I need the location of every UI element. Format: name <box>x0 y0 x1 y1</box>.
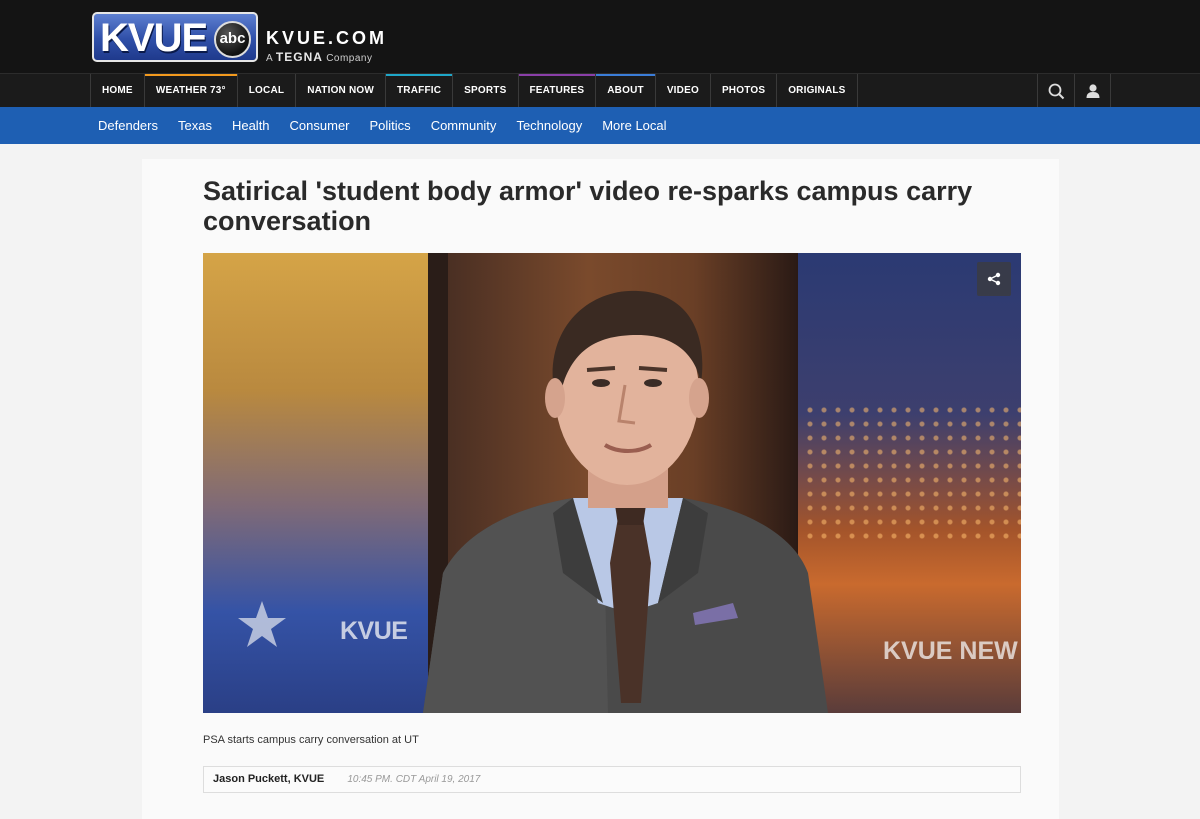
site-name[interactable]: KVUE.COM <box>266 28 387 49</box>
nav-item-weather-73[interactable]: WEATHER 73° <box>143 74 237 108</box>
share-button[interactable] <box>977 262 1011 296</box>
nav-accent-bar <box>596 74 655 76</box>
subnav-item-politics[interactable]: Politics <box>360 107 421 144</box>
subnav-item-defenders[interactable]: Defenders <box>88 107 168 144</box>
nav-item-label: PHOTOS <box>721 85 766 96</box>
nav-icons <box>1037 74 1111 108</box>
nav-item-photos[interactable]: PHOTOS <box>709 74 776 108</box>
author-name[interactable]: Jason Puckett, KVUE <box>213 773 324 785</box>
abc-logo-icon: abc <box>214 21 251 58</box>
texas-star-icon <box>238 601 286 647</box>
publish-timestamp: 10:45 PM. CDT April 19, 2017 <box>347 774 481 785</box>
kvue-watermark-left: KVUE <box>340 617 408 645</box>
nav-item-label: SPORTS <box>464 85 507 96</box>
subnav-item-consumer[interactable]: Consumer <box>280 107 360 144</box>
main-nav-list: HOME WEATHER 73° LOCAL NATION NOW TRAFFIC SPO… <box>90 74 858 108</box>
nav-item-sports[interactable]: SPORTS <box>452 74 517 108</box>
main-nav: HOME WEATHER 73° LOCAL NATION NOW TRAFFIC SPO… <box>0 73 1200 108</box>
video-player[interactable]: KVUE KVUE NEW <box>203 253 1021 713</box>
nav-item-label: ORIGINALS <box>788 85 846 96</box>
nav-item-label: VIDEO <box>666 85 699 96</box>
byline: Jason Puckett, KVUE 10:45 PM. CDT April … <box>203 766 1021 793</box>
logo-text: KVUE <box>100 16 208 60</box>
nav-accent-bar <box>386 74 453 76</box>
nav-accent-bar <box>144 74 237 76</box>
nav-item-label: TRAFFIC <box>397 85 442 96</box>
tagline-brand: TEGNA <box>275 50 323 64</box>
subnav-item-more-local[interactable]: More Local <box>592 107 676 144</box>
site-header: KVUE abc KVUE.COM A TEGNA Company <box>0 0 1200 73</box>
subnav-item-health[interactable]: Health <box>222 107 280 144</box>
nav-item-label: LOCAL <box>248 85 285 96</box>
nav-item-video[interactable]: VIDEO <box>654 74 710 108</box>
nav-item-about[interactable]: ABOUT <box>595 74 655 108</box>
tagline-suffix: Company <box>326 53 373 64</box>
nav-item-traffic[interactable]: TRAFFIC <box>385 74 453 108</box>
subnav-item-community[interactable]: Community <box>421 107 507 144</box>
tegna-tagline: A TEGNA Company <box>266 50 373 64</box>
nav-item-label: FEATURES <box>529 85 585 96</box>
kvue-logo[interactable]: KVUE abc <box>92 12 258 62</box>
nav-item-local[interactable]: LOCAL <box>236 74 295 108</box>
sub-nav: Defenders Texas Health Consumer Politics Comm… <box>0 107 1200 144</box>
sub-nav-list: Defenders Texas Health Consumer Politics Comm… <box>88 107 677 144</box>
nav-item-label: NATION NOW <box>307 85 374 96</box>
subnav-item-technology[interactable]: Technology <box>506 107 592 144</box>
nav-item-nation-now[interactable]: NATION NOW <box>295 74 385 108</box>
nav-item-label: ABOUT <box>607 85 644 96</box>
search-icon[interactable] <box>1037 74 1074 108</box>
nav-item-label: HOME <box>102 85 133 96</box>
article-headline: Satirical 'student body armor' video re-… <box>203 176 973 236</box>
video-caption: PSA starts campus carry conversation at … <box>203 734 419 746</box>
nav-item-features[interactable]: FEATURES <box>517 74 596 108</box>
news-anchor-image <box>423 290 828 713</box>
tagline-prefix: A <box>266 53 273 64</box>
nav-item-originals[interactable]: ORIGINALS <box>776 74 858 108</box>
kvue-watermark-right: KVUE NEW <box>883 637 1018 665</box>
nav-item-label: WEATHER 73° <box>155 85 226 96</box>
share-icon <box>987 272 1001 286</box>
article-card: Satirical 'student body armor' video re-… <box>142 159 1059 819</box>
subnav-item-texas[interactable]: Texas <box>168 107 222 144</box>
user-icon[interactable] <box>1074 74 1111 108</box>
nav-item-home[interactable]: HOME <box>90 74 144 108</box>
nav-accent-bar <box>518 74 596 76</box>
